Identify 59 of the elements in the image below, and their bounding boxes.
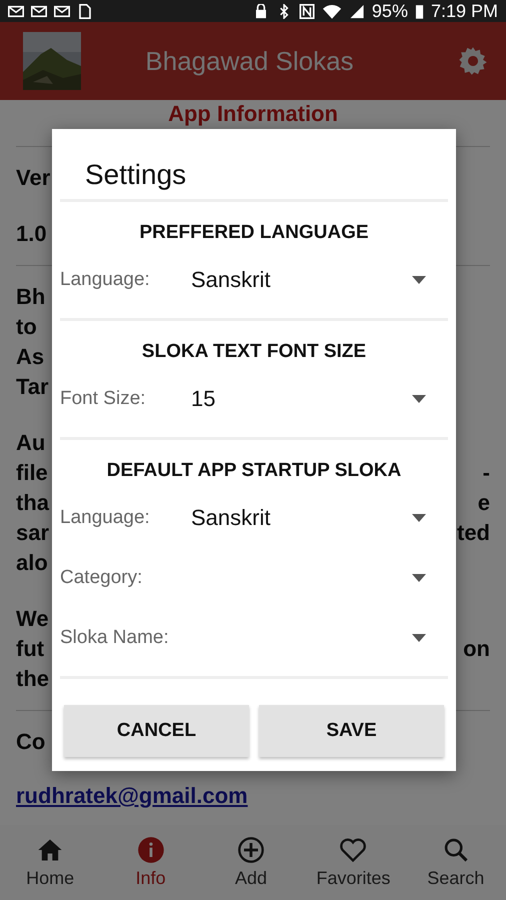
field-label: Language: xyxy=(60,269,151,291)
clock-time: 7:19 PM xyxy=(430,0,498,22)
field-label: Sloka Name: xyxy=(60,627,170,649)
body-text: tha xyxy=(16,489,49,517)
section-heading: SLOKA TEXT FONT SIZE xyxy=(140,341,368,363)
mail-icon xyxy=(31,4,47,18)
nav-tab[interactable]: Add xyxy=(216,836,286,889)
battery-percent: 95% xyxy=(372,0,408,22)
email-link[interactable]: rudhratek@gmail.com xyxy=(16,783,248,809)
body-text: fut xyxy=(16,635,44,663)
body-text: We xyxy=(16,605,49,633)
nfc-icon xyxy=(298,4,315,18)
body-text: Au xyxy=(16,429,46,457)
caret-icon xyxy=(412,395,426,403)
body-text: alo xyxy=(16,549,48,577)
battery-icon xyxy=(414,2,424,20)
body-text: Co xyxy=(16,728,46,756)
signal-icon xyxy=(348,4,365,18)
mail-icon xyxy=(54,4,70,18)
body-text: sar xyxy=(16,519,50,547)
info-icon xyxy=(136,836,165,864)
mail-icon xyxy=(8,4,24,18)
body-text: on xyxy=(463,635,490,663)
caret-icon xyxy=(412,276,426,284)
dropdown[interactable]: Sanskrit xyxy=(191,498,426,538)
caret-icon xyxy=(412,574,426,582)
section-heading: DEFAULT APP STARTUP SLOKA xyxy=(106,460,402,482)
body-text: Bh xyxy=(16,283,46,311)
wifi-icon xyxy=(322,4,342,18)
body-text: - xyxy=(482,459,490,487)
nav-tab[interactable]: Favorites xyxy=(316,836,390,889)
body-text: ted xyxy=(457,519,490,547)
section-heading: PREFFERED LANGUAGE xyxy=(138,222,370,244)
body-text: Ver xyxy=(16,164,50,192)
caret-icon xyxy=(412,634,426,642)
dialog-title: Settings xyxy=(60,129,448,202)
field-label: Language: xyxy=(60,507,151,529)
heart-icon xyxy=(339,836,368,864)
document-icon xyxy=(77,4,93,18)
app-title: Bhagawad Slokas xyxy=(144,46,355,76)
settings-icon[interactable] xyxy=(458,46,488,76)
field-label: Category: xyxy=(60,567,144,589)
caret-icon xyxy=(412,514,426,522)
save-button[interactable]: SAVE xyxy=(259,705,444,757)
dropdown[interactable]: Sanskrit xyxy=(191,260,426,300)
field-label: Font Size: xyxy=(60,388,147,410)
body-text: the xyxy=(16,665,49,693)
body-text: 1.0 xyxy=(16,220,47,248)
body-text: file xyxy=(16,459,48,487)
plus-icon xyxy=(236,836,265,864)
nav-tab[interactable]: Home xyxy=(15,836,86,889)
body-text: Tar xyxy=(16,373,49,401)
body-text: to xyxy=(16,313,37,341)
nav-tab[interactable]: Info xyxy=(116,836,186,889)
body-text: e xyxy=(478,489,490,517)
dropdown[interactable]: 15 xyxy=(191,379,426,419)
cancel-button[interactable]: CANCEL xyxy=(64,705,249,757)
nav-tab[interactable]: Search xyxy=(420,836,491,889)
body-text: As xyxy=(16,343,44,371)
